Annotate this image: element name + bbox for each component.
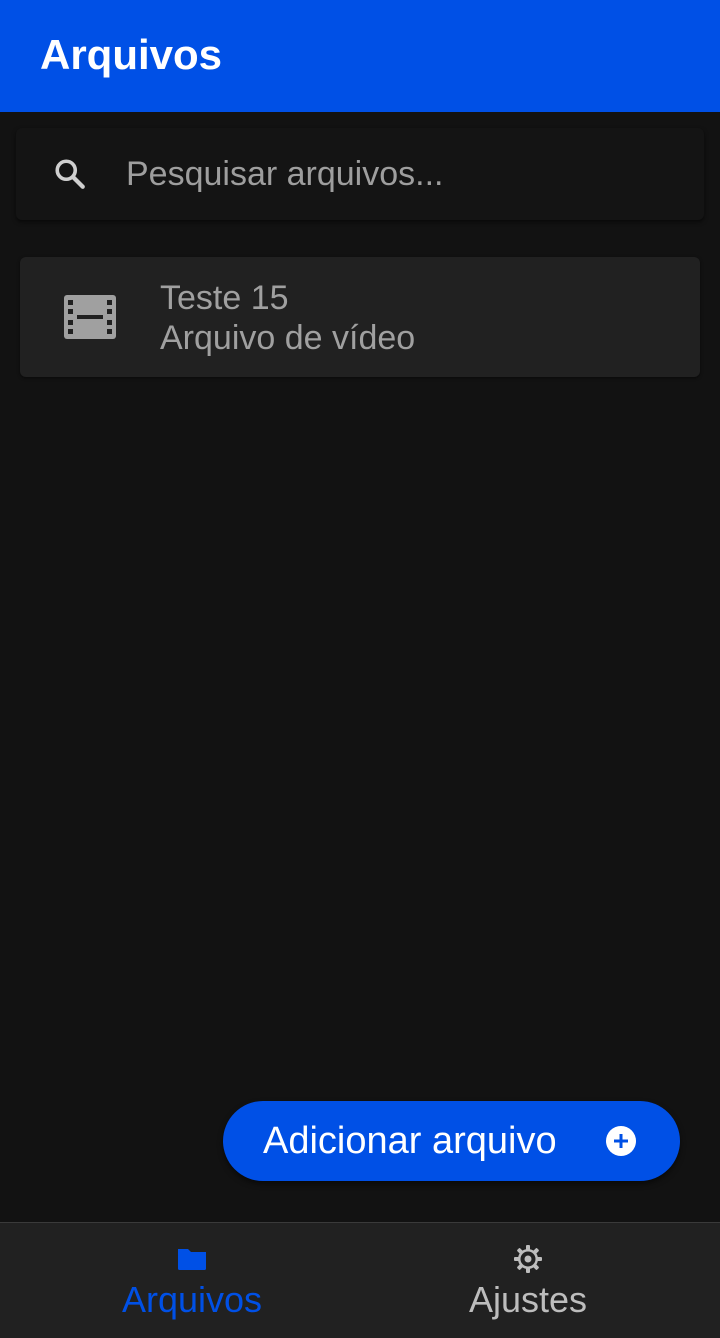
add-file-button[interactable]: Adicionar arquivo: [223, 1101, 680, 1181]
search-icon: [55, 159, 85, 189]
page-title: Arquivos: [40, 31, 223, 78]
nav-item-ajustes[interactable]: Ajustes: [348, 1223, 708, 1338]
nav-label-arquivos: Arquivos: [121, 1279, 263, 1320]
film-icon: [64, 295, 116, 339]
file-name: Teste 15: [160, 279, 289, 317]
folder-icon: [178, 1249, 206, 1270]
add-file-label: Adicionar arquivo: [263, 1120, 557, 1162]
bottom-navigation: Arquivos Ajustes: [0, 1222, 720, 1338]
nav-item-arquivos[interactable]: Arquivos: [12, 1223, 372, 1338]
search-bar[interactable]: [16, 128, 704, 220]
add-circle-icon: [606, 1126, 636, 1156]
nav-label-ajustes: Ajustes: [468, 1279, 588, 1320]
file-list-item[interactable]: Teste 15 Arquivo de vídeo: [20, 257, 700, 377]
file-type: Arquivo de vídeo: [160, 319, 416, 357]
search-input[interactable]: [126, 150, 686, 198]
gear-icon: [514, 1245, 542, 1273]
app-bar: Arquivos: [0, 0, 720, 112]
